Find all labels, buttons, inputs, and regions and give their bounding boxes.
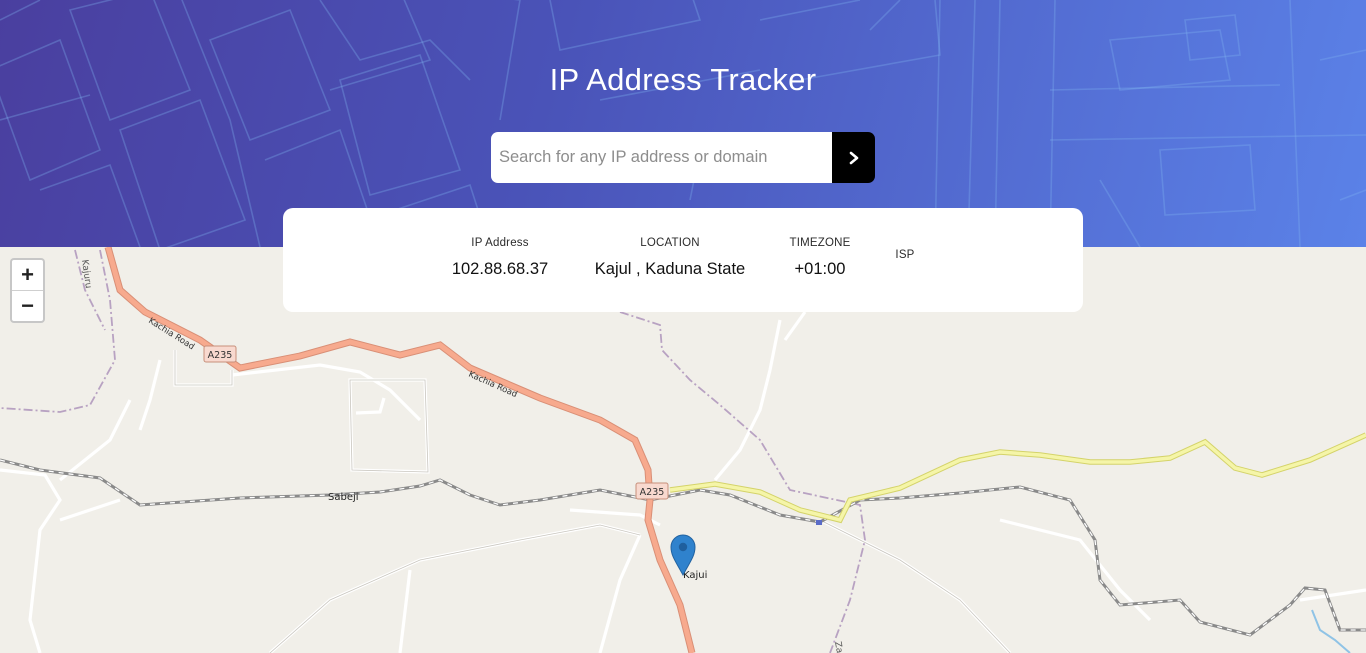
ip-info-card: IP Address 102.88.68.37 LOCATION Kajul ,… — [283, 208, 1083, 312]
page: IP Address Tracker IP Address 102.88.68.… — [0, 0, 1366, 653]
place-label-sabeji: Sabeji — [328, 492, 359, 503]
zoom-control: + − — [10, 258, 45, 323]
timezone-value: +01:00 — [794, 260, 846, 278]
location-label: LOCATION — [640, 237, 700, 249]
road-shield-a235-1: A235 — [203, 345, 237, 363]
ip-address-label: IP Address — [471, 237, 529, 249]
isp-info: ISP — [886, 249, 924, 272]
station-marker — [816, 520, 822, 525]
zoom-in-button[interactable]: + — [12, 260, 43, 290]
location-info: LOCATION Kajul , Kaduna State — [584, 237, 756, 279]
road-label-zar: Zar — [832, 641, 845, 653]
zoom-out-button[interactable]: − — [12, 290, 43, 321]
chevron-right-icon — [849, 151, 858, 164]
ip-address-info: IP Address 102.88.68.37 — [433, 237, 567, 279]
ip-address-value: 102.88.68.37 — [451, 260, 549, 278]
timezone-label: TIMEZONE — [789, 237, 851, 249]
search-submit-button[interactable] — [832, 132, 875, 183]
isp-label: ISP — [895, 249, 915, 261]
page-title: IP Address Tracker — [549, 62, 817, 97]
search-bar — [491, 132, 875, 183]
road-shield-a235-2-label: A235 — [640, 487, 665, 498]
timezone-info: TIMEZONE +01:00 — [780, 237, 860, 279]
road-shield-a235-1-label: A235 — [208, 350, 233, 361]
location-value: Kajul , Kaduna State — [594, 260, 746, 278]
road-shield-a235-2: A235 — [635, 482, 669, 500]
search-input[interactable] — [491, 132, 832, 183]
place-label-kajui: Kajui — [683, 570, 707, 581]
